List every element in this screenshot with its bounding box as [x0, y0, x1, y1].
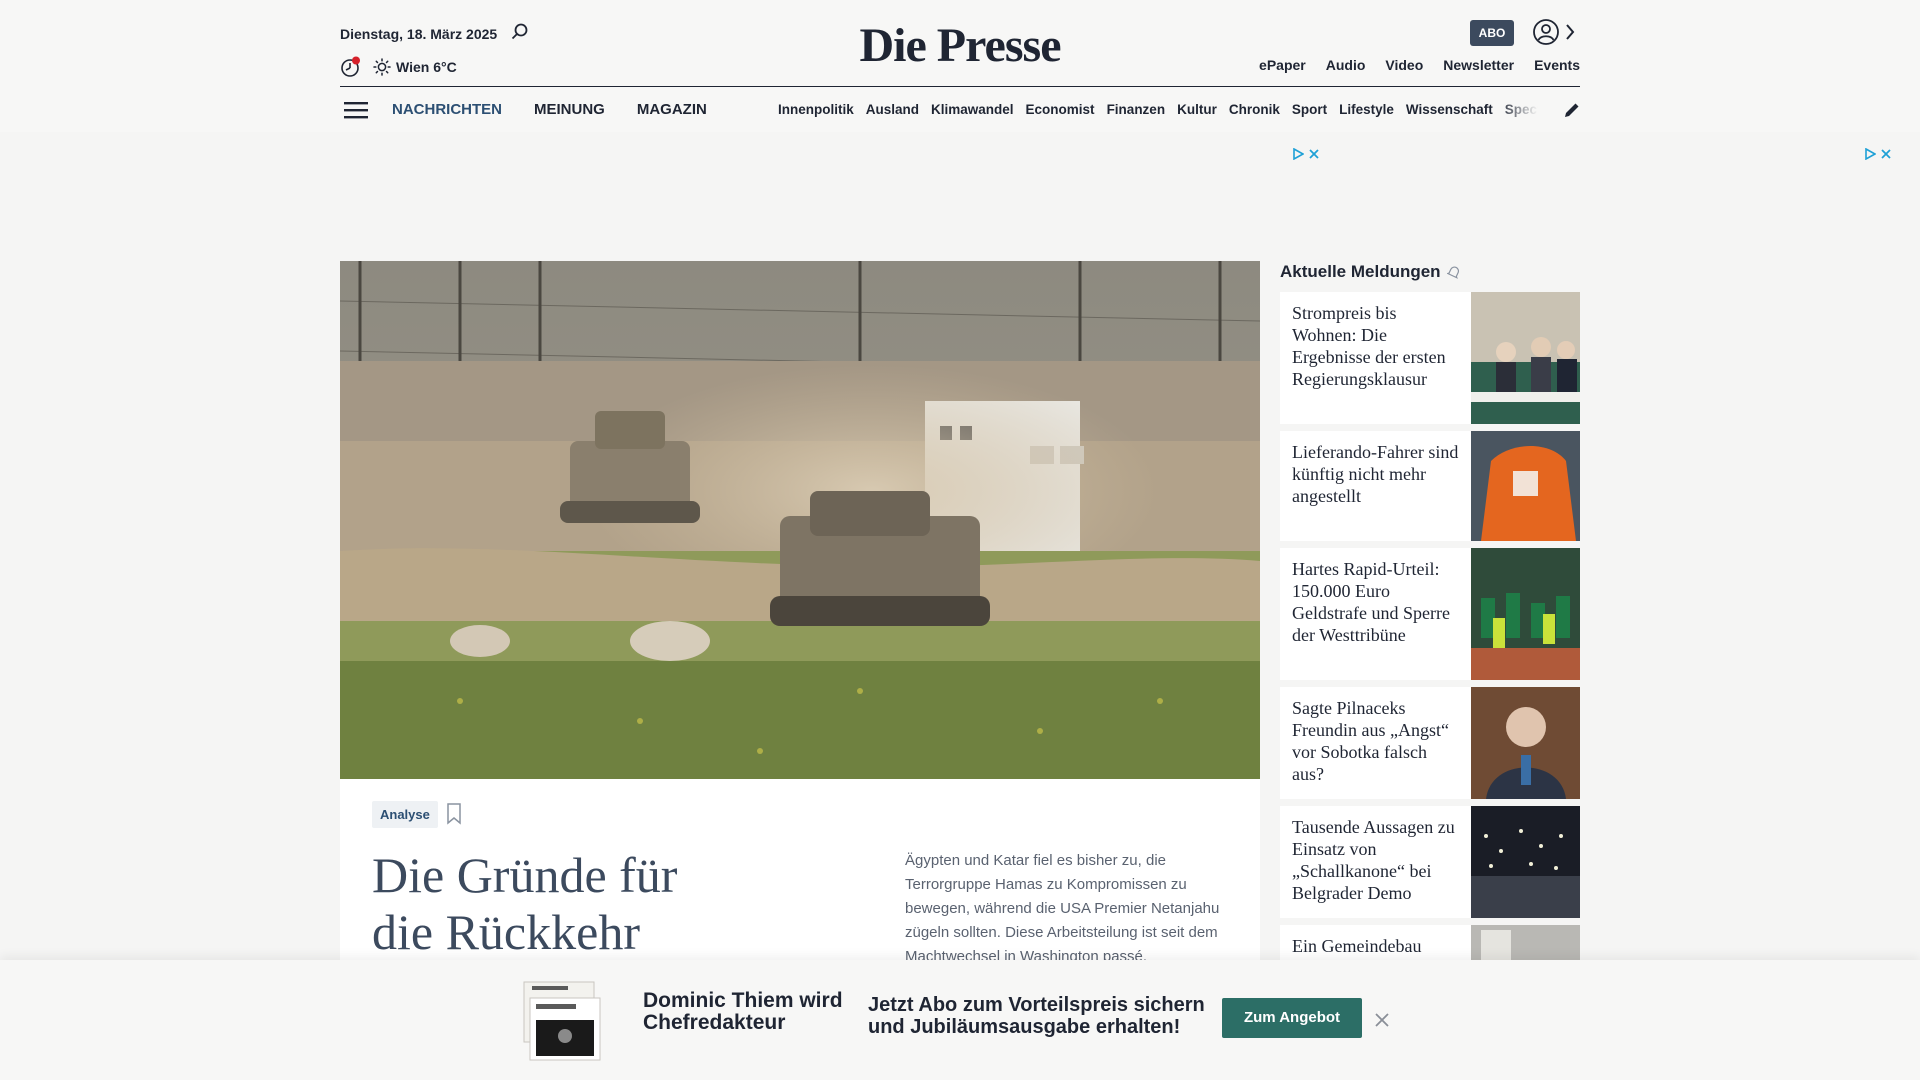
- nav-nachrichten[interactable]: NACHRICHTEN: [392, 101, 502, 118]
- top-links: ePaper Audio Video Newsletter Events: [1259, 57, 1580, 73]
- site-logo[interactable]: Die Presse: [859, 19, 1061, 72]
- ad-close-icon[interactable]: [1880, 148, 1892, 160]
- news-item[interactable]: Tausende Aussagen zu Einsatz von „Schall…: [1280, 806, 1580, 918]
- ad-controls-left: [1292, 148, 1320, 160]
- link-audio[interactable]: Audio: [1326, 57, 1366, 73]
- sidebar-title: Aktuelle Meldungen: [1280, 262, 1461, 282]
- news-item-title: Tausende Aussagen zu Einsatz von „Schall…: [1292, 817, 1455, 903]
- header-inner: Dienstag, 18. März 2025 Wien 6°C Die Pre…: [340, 0, 1580, 132]
- nav-finanzen[interactable]: Finanzen: [1107, 102, 1166, 117]
- link-events[interactable]: Events: [1534, 57, 1580, 73]
- article-teaser: Ägypten und Katar fiel es bisher zu, die…: [905, 852, 1220, 965]
- bell-icon[interactable]: [1446, 265, 1461, 279]
- promo-banner: Dominic Thiem wird Chefredakteur Jetzt A…: [0, 960, 1920, 1080]
- chevron-right-icon[interactable]: [1564, 22, 1576, 42]
- nav-ausland[interactable]: Ausland: [866, 102, 919, 117]
- ad-info-icon[interactable]: [1292, 148, 1304, 160]
- site-header: Dienstag, 18. März 2025 Wien 6°C Die Pre…: [0, 0, 1920, 132]
- close-icon[interactable]: [1374, 1012, 1390, 1028]
- nav-economist[interactable]: Economist: [1026, 102, 1095, 117]
- user-account-icon[interactable]: [1532, 18, 1560, 46]
- news-item-title: Sagte Pilnaceks Freundin aus „Angst“ vor…: [1292, 698, 1449, 784]
- hamburger-menu-icon[interactable]: [344, 100, 368, 120]
- news-thumbnail: [1471, 548, 1580, 680]
- link-newsletter[interactable]: Newsletter: [1443, 57, 1514, 73]
- news-thumbnail: [1471, 806, 1580, 918]
- nav-spectrum[interactable]: Spectrum: [1505, 102, 1538, 117]
- sidebar-title-text: Aktuelle Meldungen: [1280, 262, 1441, 281]
- nav-klimawandel[interactable]: Klimawandel: [931, 102, 1014, 117]
- promo-cta-button[interactable]: Zum Angebot: [1222, 998, 1362, 1038]
- news-item[interactable]: Strompreis bis Wohnen: Die Ergebnisse de…: [1280, 292, 1580, 424]
- nav-magazin[interactable]: MAGAZIN: [637, 101, 707, 118]
- news-item-title: Hartes Rapid-Urteil: 150.000 Euro Geldst…: [1292, 559, 1450, 645]
- weather-label[interactable]: Wien 6°C: [396, 59, 457, 75]
- news-item-title: Lieferando-Fahrer sind künftig nicht meh…: [1292, 442, 1459, 506]
- ad-controls-right: [1864, 148, 1892, 160]
- sub-navigation: Innenpolitik Ausland Klimawandel Economi…: [778, 102, 1538, 117]
- news-item[interactable]: Ein Gemeindebau: [1280, 925, 1580, 960]
- nav-sport[interactable]: Sport: [1292, 102, 1327, 117]
- news-item[interactable]: Hartes Rapid-Urteil: 150.000 Euro Geldst…: [1280, 548, 1580, 680]
- news-item-title: Ein Gemeindebau: [1292, 936, 1422, 956]
- header-divider: [340, 86, 1580, 87]
- pencil-icon[interactable]: [1562, 100, 1582, 120]
- link-epaper[interactable]: ePaper: [1259, 57, 1306, 73]
- clock-alert-icon[interactable]: [340, 56, 362, 78]
- promo-offer-text: Jetzt Abo zum Vorteilspreis sichern und …: [868, 994, 1205, 1038]
- bookmark-icon[interactable]: [446, 803, 462, 825]
- current-date: Dienstag, 18. März 2025: [340, 26, 498, 42]
- main-navigation: NACHRICHTEN MEINUNG MAGAZIN: [392, 101, 707, 118]
- nav-lifestyle[interactable]: Lifestyle: [1339, 102, 1394, 117]
- abo-button[interactable]: ABO: [1470, 20, 1514, 46]
- news-thumbnail: [1471, 687, 1580, 799]
- ad-info-icon[interactable]: [1864, 148, 1876, 160]
- article-headline[interactable]: Die Gründe für die Rückkehr: [372, 847, 732, 961]
- news-thumbnail: [1471, 431, 1580, 541]
- news-item[interactable]: Lieferando-Fahrer sind künftig nicht meh…: [1280, 431, 1580, 541]
- sun-icon: [373, 58, 391, 76]
- nav-meinung[interactable]: MEINUNG: [534, 101, 605, 118]
- news-item[interactable]: Sagte Pilnaceks Freundin aus „Angst“ vor…: [1280, 687, 1580, 799]
- news-item-title: Strompreis bis Wohnen: Die Ergebnisse de…: [1292, 303, 1446, 389]
- nav-innenpolitik[interactable]: Innenpolitik: [778, 102, 854, 117]
- link-video[interactable]: Video: [1385, 57, 1423, 73]
- nav-chronik[interactable]: Chronik: [1229, 102, 1280, 117]
- nav-kultur[interactable]: Kultur: [1177, 102, 1217, 117]
- search-icon[interactable]: [510, 22, 530, 42]
- nav-wissenschaft[interactable]: Wissenschaft: [1406, 102, 1493, 117]
- hero-image[interactable]: [340, 261, 1260, 779]
- promo-headline: Dominic Thiem wird Chefredakteur: [643, 989, 843, 1034]
- news-thumbnail: [1471, 292, 1580, 424]
- news-thumbnail: [1471, 925, 1580, 960]
- newspaper-image: [523, 981, 601, 1061]
- article-tag[interactable]: Analyse: [372, 801, 438, 828]
- ad-close-icon[interactable]: [1308, 148, 1320, 160]
